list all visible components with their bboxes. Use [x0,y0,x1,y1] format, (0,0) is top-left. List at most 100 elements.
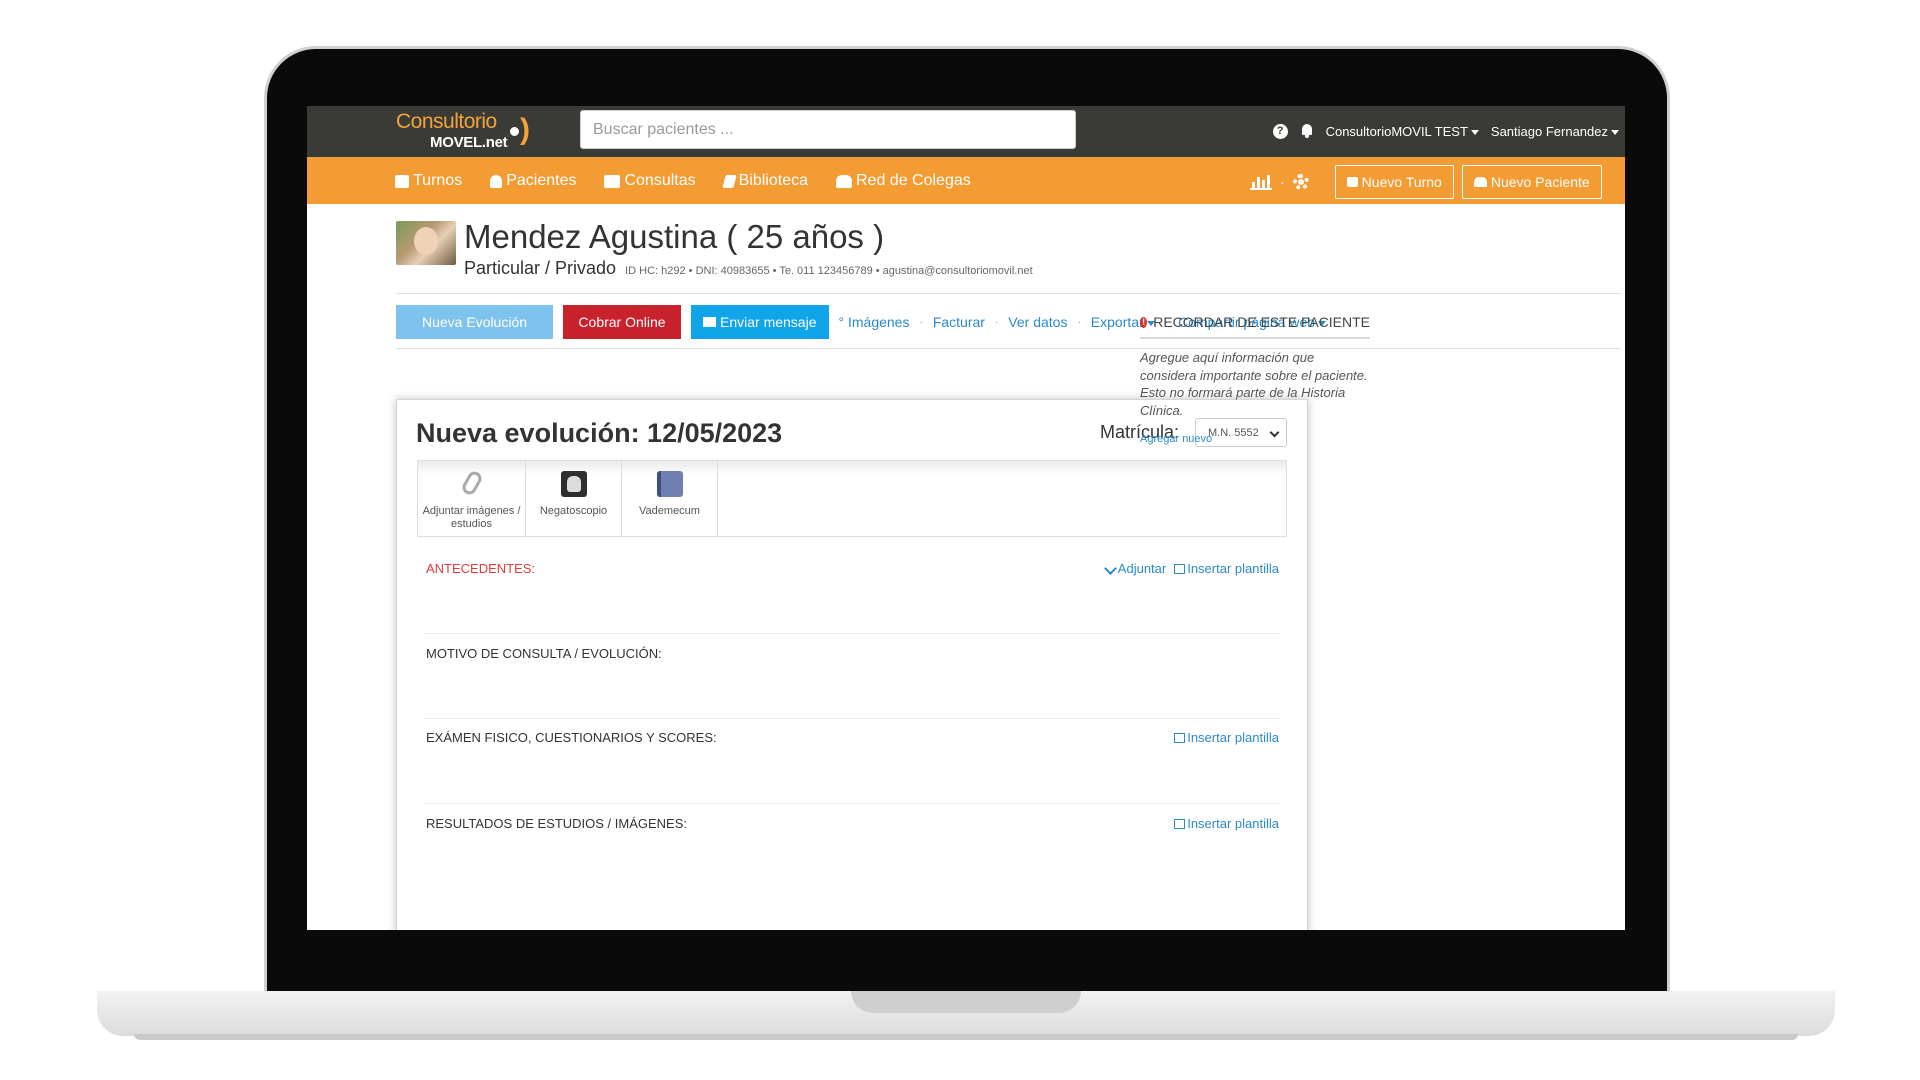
section-divider [425,633,1279,634]
patient-name: Mendez Agustina ( 25 años ) [464,218,885,255]
nav-label: Consultas [624,172,696,189]
nuevo-turno-label: Nuevo Turno [1361,174,1442,190]
user-name: Santiago Fernandez [1490,123,1608,139]
nav-separator: · [1280,174,1285,190]
evolucion-card: Nueva evolución: 12/05/2023 Matrícula: M… [396,399,1308,930]
tool-label: Negatoscopio [539,505,608,517]
enviar-mensaje-button[interactable]: Enviar mensaje [691,305,829,339]
evolucion-title: Nueva evolución: 12/05/2023 [416,418,783,448]
laptop-notch [851,991,1081,1013]
nav-item-biblioteca[interactable]: Biblioteca [721,172,808,190]
bell-icon[interactable] [1300,123,1314,139]
adjuntar-link[interactable]: Adjuntar [1103,561,1167,576]
logo[interactable]: Consultorio MOVEL.net ) [396,110,546,154]
group-icon [836,174,852,188]
nuevo-paciente-button[interactable]: Nuevo Paciente [1461,165,1602,199]
section-actions: Adjuntar Insertar plantilla [1103,561,1279,576]
nav-item-turnos[interactable]: Turnos [395,172,462,190]
caret-down-icon [1611,129,1619,135]
search-input[interactable] [580,110,1076,149]
ver-datos-link[interactable]: Ver datos [1008,314,1067,330]
calendar-icon [395,174,409,188]
imagenes-link[interactable]: ° Imágenes [839,314,910,330]
paperclip-icon [459,469,484,497]
template-icon [1174,564,1186,574]
template-icon [1174,733,1186,743]
reminder-text: Agregue aquí información que considera i… [1140,350,1368,418]
insertar-plantilla-link[interactable]: Insertar plantilla [1174,561,1279,576]
section-actions: Insertar plantilla [1174,730,1279,745]
user-dropdown[interactable]: Santiago Fernandez [1491,124,1619,139]
nav-item-consultas[interactable]: Consultas [604,172,696,190]
add-user-icon [1473,177,1487,187]
nav-right: · Nuevo Turno Nuevo Paciente [1250,165,1602,199]
gear-icon[interactable] [1292,174,1309,190]
alert-icon: ! [1140,316,1148,328]
enviar-mensaje-label: Enviar mensaje [720,314,817,330]
bar-chart-icon[interactable] [1250,174,1272,190]
section-label: EXÁMEN FISICO, CUESTIONARIOS Y SCORES: [426,730,717,745]
adjuntar-label: Adjuntar [1117,561,1167,576]
patient-meta: ID HC: h292 • DNI: 40983655 • Te. 011 12… [625,265,1033,277]
laptop-base-shadow [134,1034,1798,1040]
nav-item-red-de-colegas[interactable]: Red de Colegas [836,172,971,190]
patient-coverage-line: Particular / Privado ID HC: h292 • DNI: … [464,258,1033,279]
logo-dot-icon [510,127,519,136]
account-dropdown[interactable]: ConsultorioMOVIL TEST [1326,124,1479,139]
app-screen: Consultorio MOVEL.net ) ? ConsultorioMOV… [307,106,1625,930]
section-label: RESULTADOS DE ESTUDIOS / IMÁGENES: [426,816,688,831]
evolucion-toolbar: Adjuntar imágenes / estudios Negatoscopi… [417,460,1287,537]
tool-label: Vademecum [639,505,700,517]
facturar-link[interactable]: Facturar [933,314,985,330]
patient-coverage: Particular / Privado [464,258,617,278]
section-label: MOTIVO DE CONSULTA / EVOLUCIÓN: [426,646,662,661]
nueva-evolucion-button[interactable]: Nueva Evolución [396,305,553,339]
top-bar: Consultorio MOVEL.net ) ? ConsultorioMOV… [307,106,1625,157]
insertar-plantilla-label: Insertar plantilla [1187,816,1279,831]
section-actions: Insertar plantilla [1174,816,1279,831]
nav-label: Biblioteca [738,172,808,189]
insertar-plantilla-label: Insertar plantilla [1187,561,1279,576]
envelope-icon [703,317,716,327]
main-nav: Turnos Pacientes Consultas Biblioteca Re… [307,157,1625,204]
reminder-panel: ! RECORDAR DE ESTE PACIENTE Agregue aquí… [1140,314,1370,445]
question-circle-icon[interactable]: ? [1272,123,1288,139]
section-label: ANTECEDENTES: [426,561,536,576]
xray-hand-icon [560,471,587,497]
nav-label: Pacientes [506,172,577,189]
tool-label: Adjuntar imágenes / estudios [422,505,521,530]
exportar-label: Exportar [1090,314,1144,330]
section-divider [425,803,1279,804]
negatoscopio-tool[interactable]: Negatoscopio [526,461,622,536]
signal-waves-icon: ) [520,113,530,146]
divider [396,348,1621,349]
reminder-title-text: RECORDAR DE ESTE PACIENTE [1153,314,1370,330]
link-separator: · [1077,316,1081,328]
consultation-icon [604,174,621,188]
vademecum-tool[interactable]: Vademecum [622,461,718,536]
book-icon [721,174,737,188]
top-right-menu: ? ConsultorioMOVIL TEST Santiago Fernand… [1272,120,1619,142]
reminder-title: ! RECORDAR DE ESTE PACIENTE [1140,314,1370,339]
logo-text: Consultorio [396,110,497,133]
nuevo-paciente-label: Nuevo Paciente [1490,174,1590,190]
insertar-plantilla-link[interactable]: Insertar plantilla [1174,816,1279,831]
avatar [396,221,456,265]
section-divider [425,718,1279,719]
nuevo-turno-button[interactable]: Nuevo Turno [1334,165,1454,199]
adjuntar-imagenes-tool[interactable]: Adjuntar imágenes / estudios [418,461,526,536]
cobrar-online-button[interactable]: Cobrar Online [563,305,681,339]
nav-label: Red de Colegas [856,172,971,189]
template-icon [1174,819,1186,829]
user-icon [490,174,503,188]
calendar-icon [1346,177,1358,187]
agregar-nuevo-link[interactable]: Agregar nuevo [1140,433,1370,445]
link-separator: · [994,316,999,328]
link-separator: · [919,316,923,328]
insertar-plantilla-label: Insertar plantilla [1187,730,1279,745]
insertar-plantilla-link[interactable]: Insertar plantilla [1174,730,1279,745]
nav-item-pacientes[interactable]: Pacientes [490,172,576,190]
logo-subtext: MOVEL.net [430,134,508,151]
nav-label: Turnos [413,172,463,189]
divider [396,293,1621,294]
